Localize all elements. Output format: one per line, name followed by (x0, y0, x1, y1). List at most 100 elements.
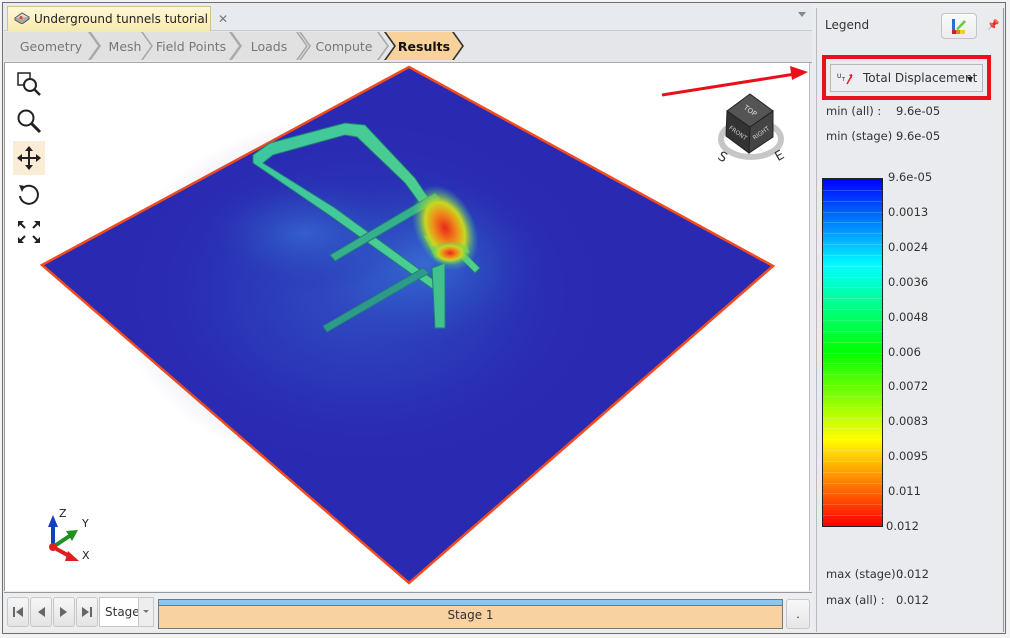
scale-tick-label: 0.0072 (888, 379, 929, 394)
stage-options-button[interactable]: . (786, 599, 810, 629)
next-icon (60, 607, 67, 617)
step-label: Results (397, 38, 451, 54)
min-stage-label: min (stage) : (826, 129, 900, 143)
workflow-breadcrumb: Geometry Mesh Field Points Loads Compute… (4, 31, 812, 63)
color-band-divider (823, 471, 882, 473)
min-stage-row: min (stage) : 9.6e-05 (826, 129, 940, 143)
close-icon[interactable]: ✕ (218, 12, 228, 26)
tab-geometry[interactable]: Geometry (4, 32, 98, 60)
max-stage-value: 0.012 (896, 567, 929, 581)
legend-settings-button[interactable] (941, 13, 977, 39)
zoom-icon (17, 109, 42, 134)
scale-tick-label: 0.0095 (888, 449, 929, 464)
color-band-divider (823, 352, 882, 354)
color-band-divider (823, 200, 882, 202)
pan-button[interactable] (13, 141, 45, 175)
color-band-divider (823, 374, 882, 376)
result-type-dropdown[interactable]: U T Total Displacement (830, 64, 983, 92)
rotate-button[interactable] (13, 178, 45, 212)
skip-last-icon (82, 607, 92, 617)
axis-y-label: Y (81, 517, 89, 530)
color-scale-bar (822, 178, 883, 527)
color-band-divider (823, 298, 882, 300)
step-label: Loads (250, 38, 288, 54)
step-label: Geometry (19, 38, 83, 54)
step-label: Compute (315, 38, 373, 54)
color-band-divider (823, 244, 882, 246)
stage-mode-select[interactable]: Stage (99, 597, 154, 627)
zoom-extents-button[interactable] (13, 215, 45, 249)
zoom-extents-icon (18, 221, 40, 243)
last-stage-button[interactable] (76, 597, 98, 627)
step-label: Mesh (108, 38, 142, 54)
3d-viewport[interactable]: TOP FRONT RIGHT S E Z Y X (4, 63, 810, 591)
color-band-divider (823, 319, 882, 321)
result-type-label: Total Displacement (863, 71, 978, 85)
model-render (39, 65, 776, 585)
color-band-divider (823, 309, 882, 311)
document-tab[interactable]: Underground tunnels tutorial ✕ (7, 6, 228, 31)
view-cube[interactable]: TOP FRONT RIGHT S E (713, 89, 793, 169)
tab-loads[interactable]: Loads (232, 32, 306, 60)
max-all-value: 0.012 (896, 593, 929, 607)
tab-compute[interactable]: Compute (301, 32, 387, 60)
zoom-window-button[interactable] (13, 67, 45, 101)
color-band-divider (823, 254, 882, 256)
current-stage-label: Stage 1 (447, 608, 494, 622)
color-band-divider (823, 493, 882, 495)
scale-tick-label: 0.011 (888, 484, 921, 499)
chevron-down-icon[interactable] (138, 598, 153, 626)
scale-tick-label: 0.006 (888, 344, 921, 359)
color-band-divider (823, 450, 882, 452)
first-stage-button[interactable] (7, 597, 29, 627)
pan-icon (17, 146, 41, 170)
previous-icon (38, 607, 45, 617)
color-band-divider (823, 482, 882, 484)
chevron-down-icon (967, 77, 973, 82)
color-band-divider (823, 428, 882, 430)
model-icon (14, 11, 30, 27)
scale-tick-label: 0.0083 (888, 414, 929, 429)
max-all-label: max (all) : (826, 593, 885, 607)
color-band-divider (823, 385, 882, 387)
color-band-divider (823, 504, 882, 506)
scale-tick-label: 0.012 (886, 519, 919, 533)
axis-z-label: Z (59, 507, 67, 520)
legend-panel: Legend 📌 U T Total Displacement min (all… (816, 8, 1004, 632)
stage-mode-value: Stage (105, 605, 140, 619)
legend-title: Legend (825, 18, 870, 32)
zoom-window-icon (17, 72, 41, 96)
svg-text:U: U (837, 73, 841, 80)
pin-icon[interactable]: 📌 (987, 20, 999, 31)
axis-x-label: X (82, 549, 90, 562)
compass-east: E (773, 148, 788, 165)
tab-results[interactable]: Results (386, 32, 462, 60)
max-stage-row: max (stage) : 0.012 (826, 567, 929, 581)
stage-progress-bar (159, 600, 782, 606)
previous-stage-button[interactable] (30, 597, 52, 627)
next-stage-button[interactable] (53, 597, 75, 627)
axis-triad: Z Y X (35, 505, 95, 567)
color-band-divider (823, 417, 882, 419)
color-band-divider (823, 222, 882, 224)
color-band-divider (823, 515, 882, 517)
skip-first-icon (13, 607, 23, 617)
stage-slider[interactable]: Stage 1 (158, 599, 783, 629)
document-tab-title: Underground tunnels tutorial (34, 12, 208, 26)
color-band-divider (823, 265, 882, 267)
color-band-divider (823, 406, 882, 408)
tab-list-dropdown-icon[interactable] (798, 12, 806, 17)
svg-text:T: T (841, 77, 846, 83)
document-tab-bar: Underground tunnels tutorial ✕ (4, 4, 812, 31)
tab-field-points[interactable]: Field Points (143, 32, 239, 60)
color-band-divider (823, 287, 882, 289)
contour-settings-icon (952, 19, 966, 34)
scale-tick-label: 0.0048 (888, 309, 929, 324)
scale-tick-label: 0.0013 (888, 204, 929, 219)
min-stage-value: 9.6e-05 (896, 129, 941, 143)
zoom-button[interactable] (13, 104, 45, 138)
step-label: Field Points (155, 38, 227, 54)
color-band-divider (823, 211, 882, 213)
total-displacement-icon: U T (837, 73, 853, 85)
scale-tick-label: 0.0036 (888, 274, 929, 289)
